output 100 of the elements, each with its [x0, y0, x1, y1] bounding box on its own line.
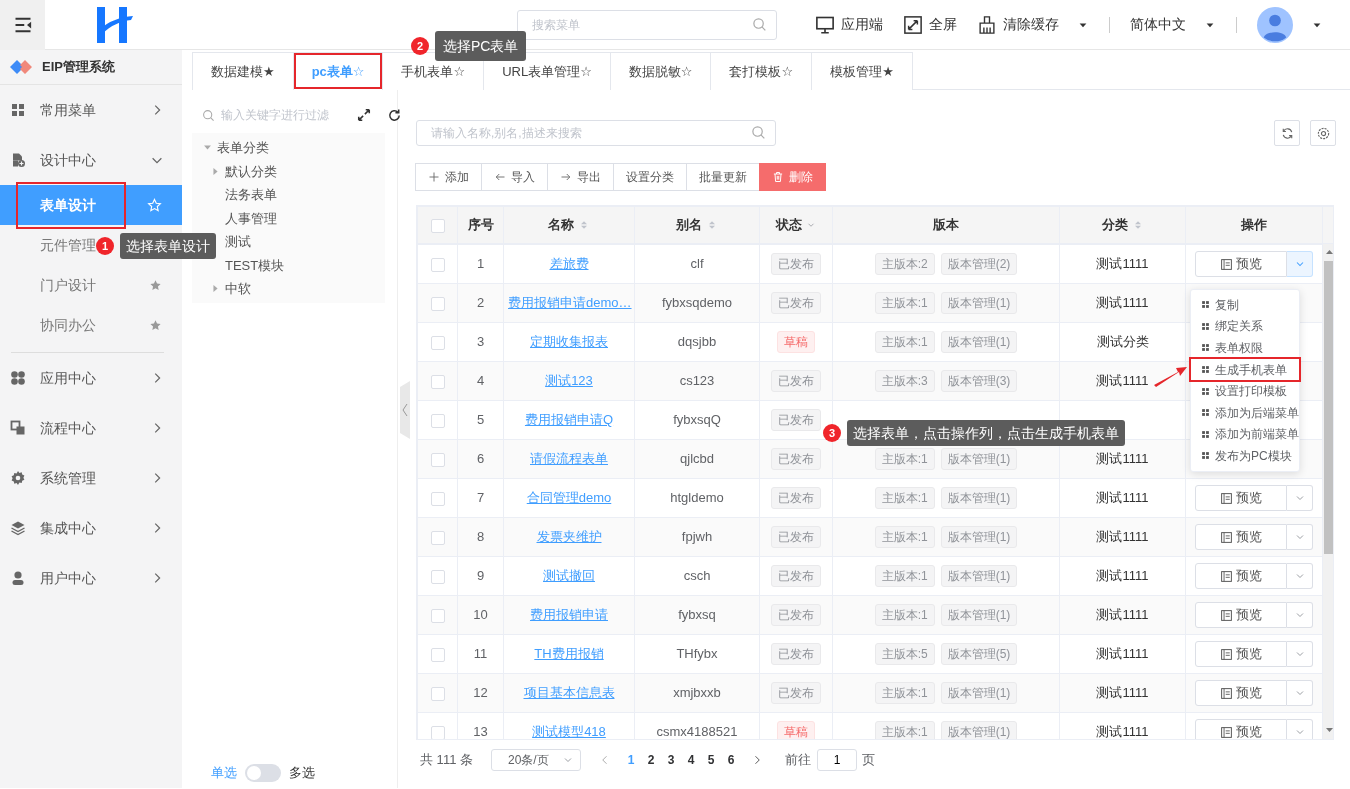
status-tag: 已发布 [771, 526, 821, 548]
tree-node[interactable]: 中软 [192, 277, 385, 301]
toolbar-button[interactable]: 批量更新 [686, 163, 760, 191]
settings-button[interactable] [1310, 120, 1336, 146]
sidebar-item[interactable]: 系统管理 [0, 453, 182, 503]
tree-node[interactable]: 法务表单 [192, 183, 385, 207]
row-checkbox[interactable] [430, 530, 445, 545]
sidebar-item[interactable]: 常用菜单 [0, 85, 182, 135]
expand-button[interactable] [357, 108, 371, 122]
row-checkbox[interactable] [430, 569, 445, 584]
toggle-switch[interactable] [245, 764, 281, 782]
select-all-checkbox[interactable] [430, 218, 445, 233]
row-checkbox[interactable] [430, 413, 445, 428]
app-title: EIP管理系统 [42, 58, 115, 77]
page-button[interactable]: 2 [641, 751, 661, 769]
page-input[interactable]: 1 [817, 749, 857, 771]
row-number: 9 [476, 568, 485, 584]
preview-button[interactable]: 预览 [1195, 563, 1287, 589]
row-checkbox[interactable] [430, 647, 445, 662]
preview-button[interactable]: 预览 [1195, 485, 1287, 511]
sidebar-item[interactable]: 流程中心 [0, 403, 182, 453]
tab[interactable]: 套打模板☆ [710, 52, 813, 90]
language-select[interactable]: 简体中文 [1130, 14, 1216, 35]
dropdown-toggle[interactable] [1287, 485, 1313, 511]
page-button[interactable]: 3 [661, 751, 681, 769]
document-icon [1220, 257, 1233, 271]
dropdown-toggle[interactable] [1287, 563, 1313, 589]
dropdown-toggle[interactable] [1287, 719, 1313, 739]
sidebar-item[interactable]: 用户中心 [0, 553, 182, 603]
menu-item[interactable]: 添加为后端菜单 [1191, 401, 1299, 424]
tab[interactable]: 数据脱敏☆ [609, 52, 712, 90]
collapse-handle[interactable] [400, 381, 410, 439]
page-button[interactable]: 5 [701, 751, 721, 769]
row-checkbox[interactable] [430, 335, 445, 350]
row-checkbox[interactable] [430, 296, 445, 311]
menu-item[interactable]: 绑定关系 [1191, 315, 1299, 338]
row-checkbox[interactable] [430, 491, 445, 506]
filter-field[interactable]: 输入关键字进行过滤 [221, 106, 351, 124]
document-icon [1220, 491, 1233, 505]
document-icon [10, 152, 26, 168]
page-size-select[interactable]: 20条/页 [491, 749, 581, 771]
fullscreen-button[interactable]: 全屏 [903, 14, 957, 35]
toolbar-button[interactable]: 导出 [547, 163, 614, 191]
tree-node[interactable]: 默认分类 [192, 159, 385, 183]
version-tag: 主版本:5 [874, 643, 935, 665]
tab[interactable]: 数据建模★ [192, 52, 294, 90]
toolbar-button[interactable]: 应用端 [815, 14, 883, 35]
column-header[interactable]: 别名 [676, 215, 718, 235]
menu-item[interactable]: 设置打印模板 [1191, 380, 1299, 402]
preview-button[interactable]: 预览 [1195, 602, 1287, 628]
preview-button[interactable]: 预览 [1195, 524, 1287, 550]
alias-text: fybxsq [678, 607, 716, 623]
tree-node[interactable]: 表单分类 [192, 136, 385, 160]
toolbar-button[interactable]: 设置分类 [613, 163, 687, 191]
dropdown-toggle[interactable] [1287, 680, 1313, 706]
toolbar-button[interactable]: 添加 [415, 163, 482, 191]
search-field[interactable]: 请输入名称,别名,描述来搜索 [416, 120, 776, 146]
menu-item[interactable]: 添加为前端菜单 [1191, 423, 1299, 446]
sidebar-item[interactable]: 集成中心 [0, 503, 182, 553]
diamond-logo-icon [10, 60, 32, 74]
row-checkbox[interactable] [430, 686, 445, 701]
sidebar-item[interactable]: 应用中心 [0, 353, 182, 403]
row-checkbox[interactable] [430, 374, 445, 389]
search-field[interactable]: 搜索菜单 [517, 9, 777, 40]
tab[interactable]: 模板管理★ [811, 52, 913, 90]
status-tag: 已发布 [771, 292, 821, 314]
preview-button[interactable]: 预览 [1195, 251, 1287, 277]
tab[interactable]: URL表单管理☆ [483, 52, 611, 90]
menu-item[interactable]: 生成手机表单 [1191, 358, 1299, 381]
dropdown-toggle[interactable] [1287, 524, 1313, 550]
tree-node[interactable]: 人事管理 [192, 206, 385, 230]
row-checkbox[interactable] [430, 452, 445, 467]
callout-tooltip: 选择PC表单 [435, 31, 527, 61]
step-badge: 3 [823, 424, 841, 442]
refresh-button[interactable] [387, 107, 402, 123]
preview-button[interactable]: 预览 [1195, 641, 1287, 667]
toolbar-button[interactable]: 导入 [481, 163, 548, 191]
alias-text: cs123 [679, 373, 715, 389]
version-tag: 主版本:1 [874, 604, 935, 626]
preview-button[interactable]: 预览 [1195, 680, 1287, 706]
column-header[interactable]: 分类 [1101, 215, 1144, 235]
sidebar-subitem[interactable]: 协同办公 [0, 305, 182, 345]
preview-button[interactable]: 预览 [1195, 719, 1287, 739]
sidebar-item[interactable]: 设计中心 [0, 135, 182, 185]
grid-icon [1201, 408, 1210, 418]
row-checkbox[interactable] [430, 608, 445, 623]
toolbar-button[interactable]: 清除缓存 [977, 14, 1089, 35]
arrow-right-icon [560, 171, 572, 183]
column-header[interactable]: 名称 [548, 215, 590, 235]
menu-button[interactable] [0, 0, 45, 50]
row-number: 13 [473, 724, 488, 739]
row-checkbox[interactable] [430, 725, 445, 739]
document-icon [1220, 647, 1233, 661]
dropdown-toggle[interactable] [1287, 641, 1313, 667]
page-button[interactable]: 6 [721, 751, 741, 769]
row-checkbox[interactable] [430, 257, 445, 272]
dropdown-toggle[interactable] [1287, 251, 1313, 277]
dropdown-toggle[interactable] [1287, 602, 1313, 628]
sidebar-subitem[interactable]: 门户设计 [0, 265, 182, 305]
page-button[interactable]: 4 [681, 751, 701, 769]
